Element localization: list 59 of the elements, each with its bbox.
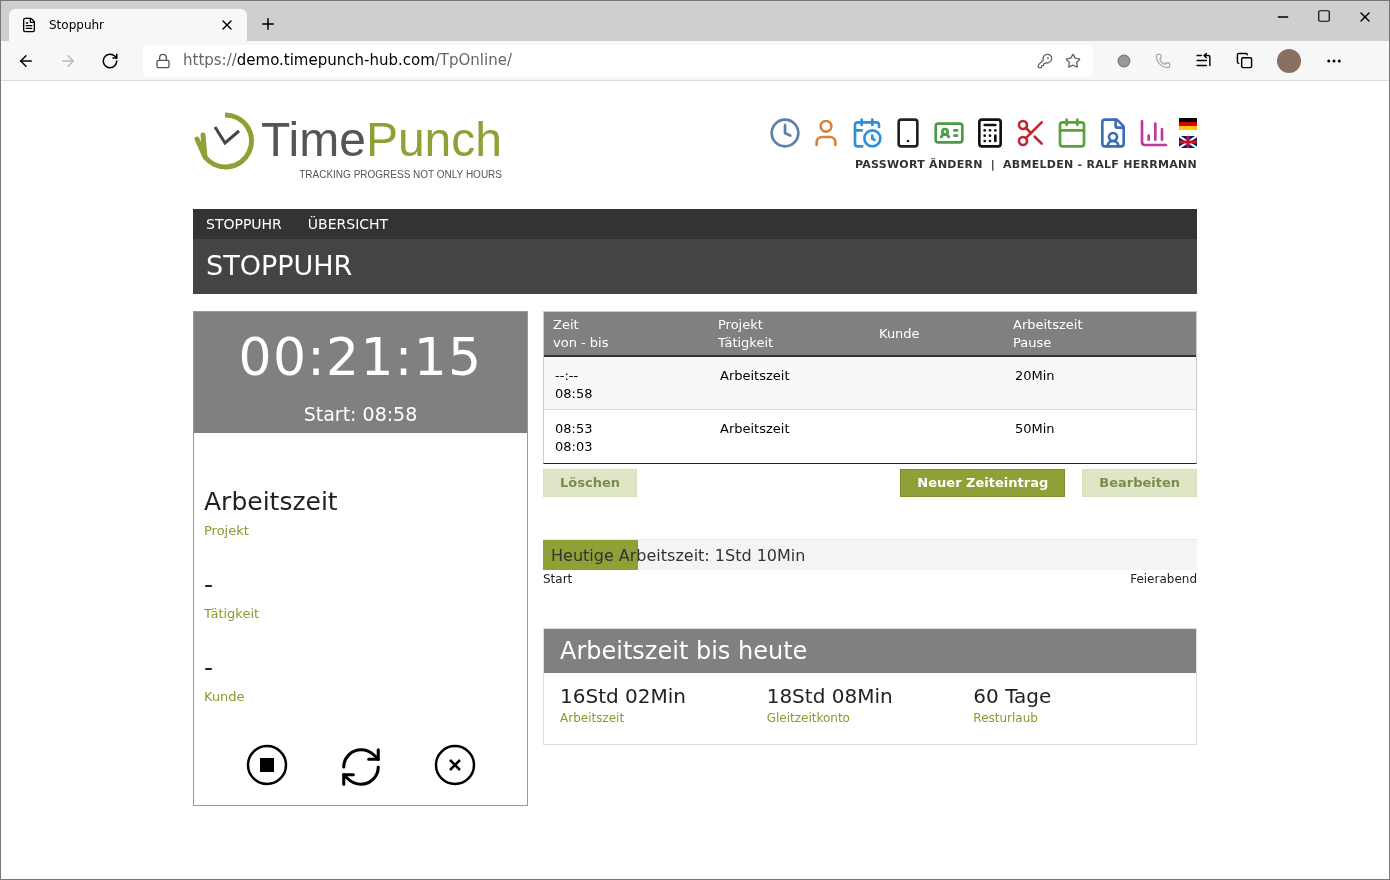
nav-link[interactable]: STOPPUHR xyxy=(206,213,282,235)
stat-label: Gleitzeitkonto xyxy=(766,710,851,727)
page-title: STOPPUHR xyxy=(206,249,353,284)
table-cell-text: --:-- 08:58 xyxy=(555,367,594,403)
table-cell-text: 20Min xyxy=(1015,367,1056,385)
table-cell-text: Arbeitszeit xyxy=(720,367,791,385)
stat-value: 16Std 02Min xyxy=(560,683,687,709)
favorite-icon[interactable] xyxy=(1065,52,1081,69)
lock-icon xyxy=(155,52,171,69)
tab-title: Stoppuhr xyxy=(49,17,106,34)
start-label: Start xyxy=(543,571,573,588)
header-link[interactable]: ABMELDEN - RALF HERRMANN xyxy=(1003,157,1197,174)
cancel-icon[interactable] xyxy=(433,744,476,786)
stat-label: Arbeitszeit xyxy=(560,710,626,727)
separator-text: | xyxy=(990,157,996,173)
table-cell-text: 08:53 08:03 xyxy=(555,420,594,456)
field-label: Projekt xyxy=(204,521,250,540)
stop-icon[interactable] xyxy=(245,744,288,786)
new-tab-icon[interactable] xyxy=(259,15,277,33)
end-label: Feierabend xyxy=(1130,571,1197,588)
start-time: Start: 08:58 xyxy=(303,402,418,427)
stat-label: Resturlaub xyxy=(973,710,1039,727)
column-header: Arbeitszeit Pause xyxy=(1013,315,1084,352)
nav-link[interactable]: ÜBERSICHT xyxy=(307,213,389,235)
field-label: Kunde xyxy=(204,687,246,706)
field-label: Tätigkeit xyxy=(204,604,261,623)
stat-value: 18Std 08Min xyxy=(766,683,894,709)
maximize-icon[interactable] xyxy=(1317,9,1331,23)
favorites-icon[interactable] xyxy=(1195,52,1212,69)
field-value: - xyxy=(204,652,215,684)
summary-title: Arbeitszeit bis heute xyxy=(560,636,808,667)
clock-icon[interactable] xyxy=(769,117,801,149)
logo-text: TimePunch xyxy=(261,116,502,164)
field-value: Arbeitszeit xyxy=(204,486,339,518)
stat-value: 60 Tage xyxy=(973,683,1053,709)
table-cell-text: 50Min xyxy=(1015,420,1056,438)
table-cell-text: Arbeitszeit xyxy=(720,420,791,438)
column-header: Projekt Tätigkeit xyxy=(718,315,775,352)
tagline: TRACKING PROGRESS NOT ONLY HOURS xyxy=(299,168,502,182)
page-icon xyxy=(21,17,37,33)
avatar[interactable] xyxy=(1277,48,1301,73)
bar-chart-icon[interactable] xyxy=(1138,117,1170,149)
browser-tab[interactable]: Stoppuhr xyxy=(9,9,247,41)
key-icon[interactable] xyxy=(1037,52,1053,69)
header-link[interactable]: PASSWORT ÄNDERN xyxy=(854,157,983,174)
column-header: Kunde xyxy=(879,324,921,343)
calendar-clock-icon[interactable] xyxy=(851,117,883,149)
column-header: Zeit von - bis xyxy=(553,315,610,352)
field-value: - xyxy=(204,569,215,601)
calendar-icon[interactable] xyxy=(1056,117,1088,149)
reload-icon[interactable] xyxy=(101,51,119,70)
flag-icon[interactable] xyxy=(1179,118,1197,130)
elapsed-time: 00:21:15 xyxy=(238,326,483,389)
url-text: https://demo.timepunch-hub.com/TpOnline/ xyxy=(183,50,513,72)
address-bar[interactable]: https://demo.timepunch-hub.com/TpOnline/ xyxy=(143,44,1093,77)
collections-icon[interactable] xyxy=(1236,52,1253,69)
clock-logo-icon xyxy=(193,109,257,171)
circle-icon[interactable] xyxy=(1117,53,1131,68)
flag-icon[interactable] xyxy=(1179,136,1197,148)
